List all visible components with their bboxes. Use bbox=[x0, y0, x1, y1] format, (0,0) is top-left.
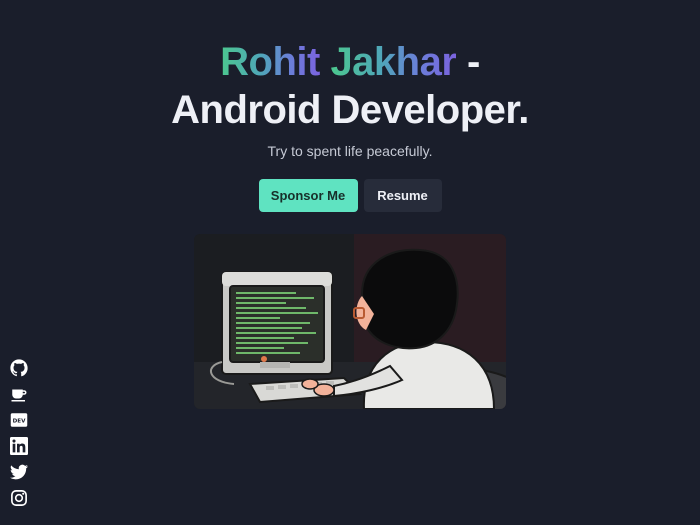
github-link[interactable] bbox=[10, 359, 28, 377]
github-icon bbox=[10, 359, 28, 377]
hero-role: Android Developer. bbox=[171, 88, 529, 132]
devto-link[interactable]: DEV bbox=[10, 411, 28, 429]
linkedin-link[interactable] bbox=[10, 437, 28, 455]
hero-actions: Sponsor Me Resume bbox=[0, 179, 700, 212]
sponsor-button[interactable]: Sponsor Me bbox=[258, 179, 358, 212]
hero-first-name: Rohit bbox=[220, 40, 320, 84]
developer-illustration bbox=[194, 234, 506, 409]
hero-dash: - bbox=[467, 40, 480, 84]
portfolio-page: Rohit Jakhar - Android Developer. Try to… bbox=[0, 0, 700, 525]
linkedin-icon bbox=[10, 437, 28, 455]
hero-title: Rohit Jakhar - Android Developer. bbox=[0, 38, 700, 134]
social-links: DEV bbox=[10, 359, 28, 507]
resume-button[interactable]: Resume bbox=[363, 179, 442, 212]
buymeacoffee-link[interactable] bbox=[10, 385, 28, 403]
svg-text:DEV: DEV bbox=[13, 419, 26, 425]
twitter-link[interactable] bbox=[10, 463, 28, 481]
hero-last-name: Jakhar bbox=[330, 40, 457, 84]
coffee-icon bbox=[11, 389, 27, 402]
instagram-icon bbox=[11, 490, 27, 506]
twitter-icon bbox=[10, 464, 28, 480]
instagram-link[interactable] bbox=[10, 489, 28, 507]
dev-icon: DEV bbox=[10, 413, 28, 427]
hero-tagline: Try to spent life peacefully. bbox=[267, 143, 433, 159]
